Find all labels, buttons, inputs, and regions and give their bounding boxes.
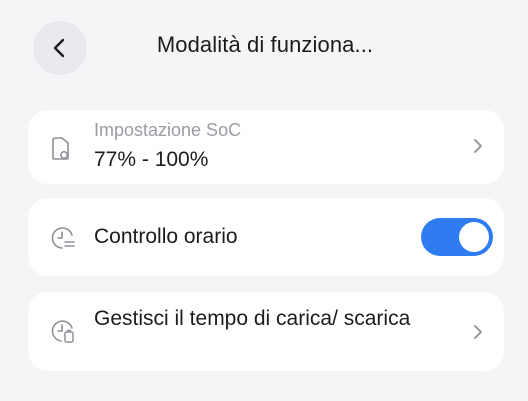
time-control-toggle[interactable] [421,218,493,256]
soc-setting-value: 77% - 100% [94,148,209,171]
soc-setting-label: Impostazione SoC [94,120,242,140]
page-title: Modalità di funziona... [156,32,374,57]
time-control-row: Controllo orario [28,198,504,276]
chevron-right-icon [474,325,482,339]
header: Modalità di funziona... [0,0,528,100]
soc-setting-row[interactable]: Impostazione SoC 77% - 100% [28,110,504,184]
charge-time-row[interactable]: Gestisci il tempo di carica/ scarica [28,292,504,371]
time-control-label: Controllo orario [94,225,238,248]
battery-icon [52,137,69,160]
chevron-right-icon [474,139,482,153]
back-button[interactable] [33,21,87,75]
chevron-left-icon [53,38,65,58]
toggle-knob [459,222,489,252]
clock-battery-icon [51,320,74,343]
clock-settings-icon [51,227,75,249]
charge-time-label: Gestisci il tempo di carica/ scarica [94,307,411,330]
